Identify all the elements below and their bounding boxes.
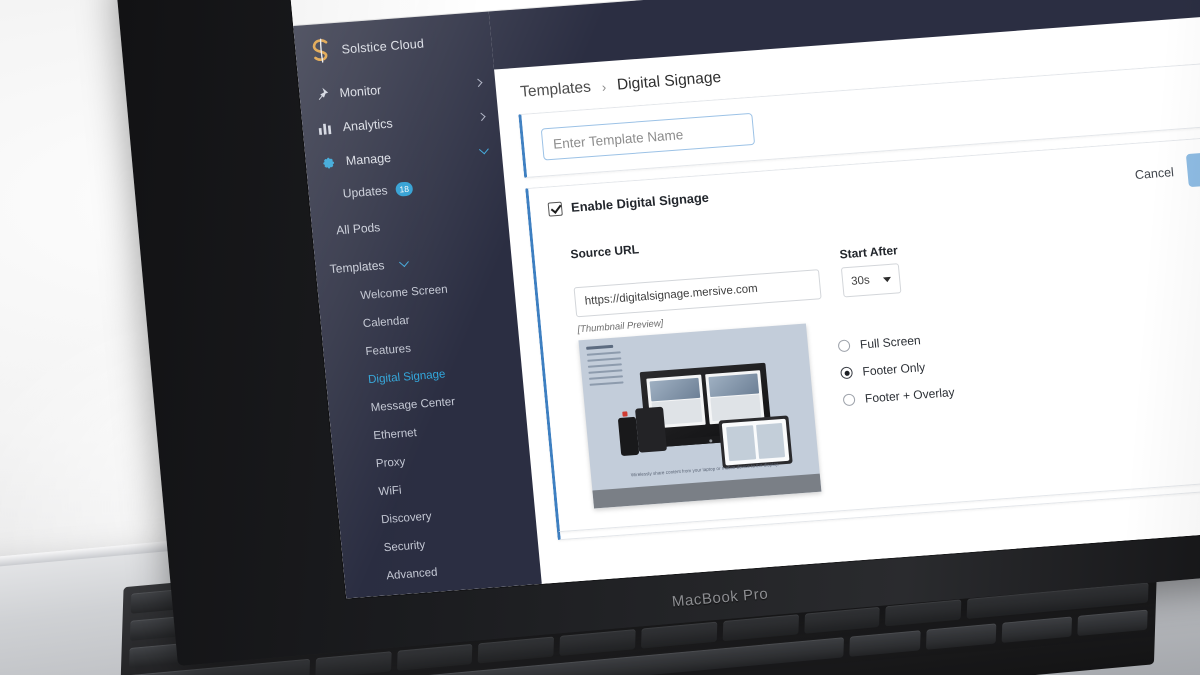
digital-signage-panel: Enable Digital Signage Cancel Save Sourc…: [525, 131, 1200, 533]
chevron-right-icon: [474, 78, 483, 88]
bar-chart-icon: [318, 123, 332, 135]
sidebar-item-all-pods-label: All Pods: [335, 220, 381, 238]
breadcrumb-parent[interactable]: Templates: [520, 79, 592, 102]
radio-footer-only[interactable]: Footer Only: [840, 358, 953, 380]
sidebar-item-analytics-label: Analytics: [342, 116, 394, 135]
chevron-right-icon: [477, 112, 486, 122]
thumbnail-preview-image: Wirelessly share content from your lapto…: [578, 323, 822, 509]
sidebar-item-updates-label: Updates: [342, 183, 389, 201]
sidebar-item-digital-signage-label: Digital Signage: [367, 368, 446, 387]
macbook-bezel-label: MacBook Pro: [671, 585, 769, 611]
sidebar-item-calendar-label: Calendar: [362, 314, 411, 331]
template-name-input[interactable]: Enter Template Name: [540, 112, 756, 161]
chevron-down-icon: [882, 276, 892, 282]
sidebar-item-features-label: Features: [365, 342, 412, 359]
app-root: Solstice Cloud Monitor Analytics Manage …: [293, 0, 1200, 599]
chevron-down-icon: [478, 144, 489, 155]
sidebar-item-proxy-label: Proxy: [375, 456, 406, 471]
enable-digital-signage-checkbox[interactable]: [547, 201, 563, 217]
enable-digital-signage-label: Enable Digital Signage: [570, 189, 710, 215]
chevron-down-icon: [398, 257, 409, 268]
laptop-screen: 2 T Other Bookmarks: [288, 0, 1200, 599]
save-button[interactable]: Save: [1186, 148, 1200, 188]
sidebar-item-welcome-screen-label: Welcome Screen: [359, 283, 449, 303]
solstice-s-logo: [312, 38, 328, 63]
breadcrumb-separator-icon: ›: [601, 78, 607, 95]
main-content: Templates › Digital Signage Enter Templa…: [488, 0, 1200, 584]
radio-full-screen-button[interactable]: [837, 339, 851, 353]
radio-footer-only-label: Footer Only: [861, 360, 926, 379]
sidebar-item-security-label: Security: [383, 539, 426, 555]
sidebar-item-advanced-label: Advanced: [385, 566, 439, 583]
radio-footer-overlay[interactable]: Footer + Overlay: [842, 385, 955, 407]
sidebar-item-ethernet-label: Ethernet: [372, 426, 418, 443]
brand-name: Solstice Cloud: [340, 36, 425, 57]
start-after-select[interactable]: 30s: [840, 263, 902, 298]
cancel-button[interactable]: Cancel: [1134, 165, 1174, 182]
updates-badge: 18: [394, 181, 414, 197]
sidebar-item-message-center-label: Message Center: [370, 395, 456, 415]
sidebar-item-manage-label: Manage: [345, 150, 392, 169]
radio-footer-overlay-button[interactable]: [842, 393, 856, 407]
sidebar-item-all-pods[interactable]: All Pods: [311, 203, 509, 248]
sidebar-item-wifi-label: WiFi: [378, 484, 403, 499]
content-area: Enter Template Name Enable Digital Signa…: [498, 56, 1200, 533]
start-after-value: 30s: [850, 274, 871, 288]
sidebar-section-templates-label: Templates: [329, 258, 386, 277]
enable-digital-signage-row[interactable]: Enable Digital Signage: [547, 189, 710, 217]
photo-scene: MacBook Pro 2 T Other B: [0, 0, 1200, 675]
thumb-device-mockups: [614, 361, 793, 469]
sidebar-item-discovery-label: Discovery: [380, 510, 433, 527]
radio-footer-overlay-label: Footer + Overlay: [864, 385, 956, 406]
gear-icon: [323, 157, 335, 169]
start-after-label: Start After: [838, 243, 899, 262]
monitor-pin-icon: [318, 87, 329, 100]
display-mode-radio-group: Full Screen Footer Only Footer + Overlay: [836, 313, 955, 407]
sidebar-item-monitor-label: Monitor: [338, 83, 382, 101]
breadcrumb-current: Digital Signage: [616, 68, 722, 94]
radio-full-screen-label: Full Screen: [859, 333, 922, 352]
thumb-tablet-left: [635, 406, 668, 453]
radio-full-screen[interactable]: Full Screen: [837, 331, 950, 353]
radio-footer-only-button[interactable]: [840, 366, 854, 380]
